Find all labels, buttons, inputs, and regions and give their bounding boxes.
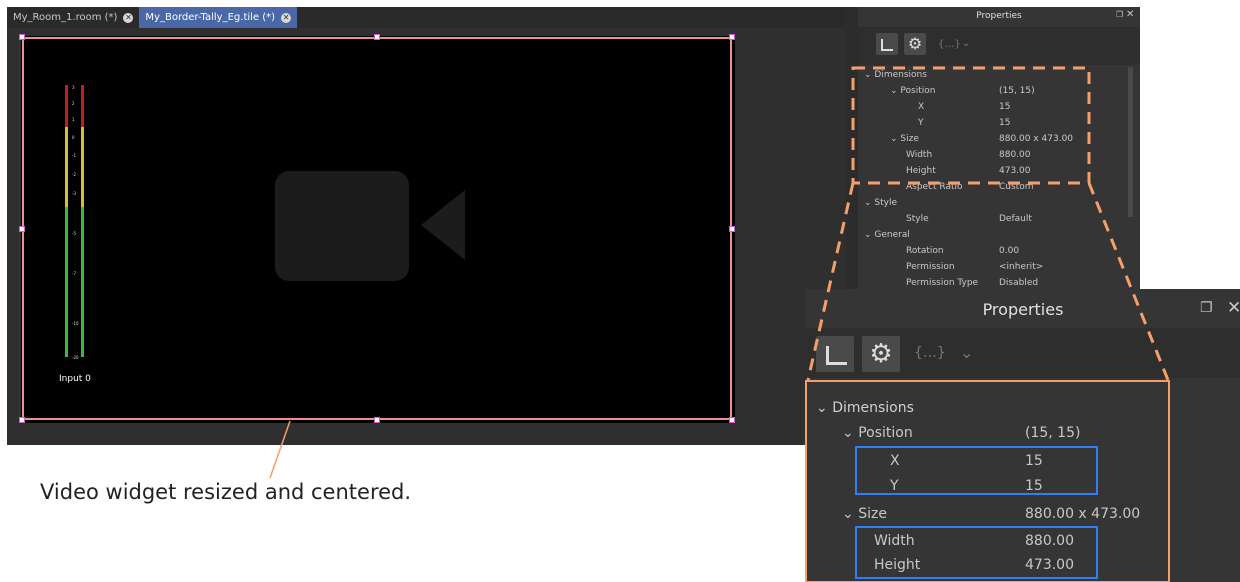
callout-zoom-box (805, 380, 1170, 582)
callout-dashed-box (851, 66, 1091, 185)
annotation-leader-line (269, 420, 291, 479)
callout-connector-right (1087, 182, 1170, 381)
annotation-caption: Video widget resized and centered. (40, 480, 412, 504)
callout-connector-left (806, 182, 855, 381)
